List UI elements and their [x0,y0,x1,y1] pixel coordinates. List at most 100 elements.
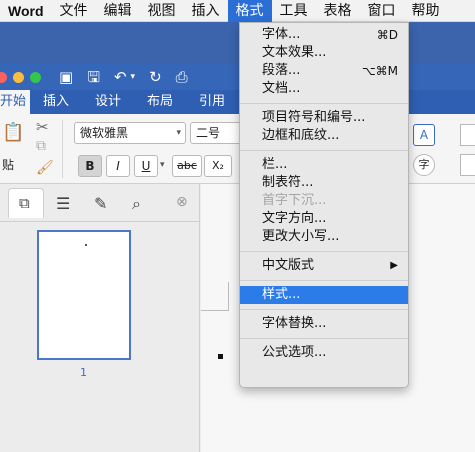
menu-item-label: 字体替换... [262,316,327,331]
minimize-window-button[interactable] [13,71,24,83]
search-icon[interactable]: ⌕ [132,194,141,214]
bullets-button[interactable] [460,124,475,146]
text-box-button[interactable]: A [413,124,435,146]
underline-dropdown-icon[interactable]: ▾ [160,160,165,170]
menu-help[interactable]: 帮助 [404,0,448,22]
menu-item-label: 文档... [262,81,301,96]
sidebar-toolbar: ⧉ ☰ ✎ ⌕ ⊗ [0,184,200,222]
menu-item-label: 文字方向... [262,211,327,226]
tab-insert[interactable]: 插入 [30,90,82,114]
menu-item-label: 首字下沉... [262,193,327,208]
sidebar-toggle-icon[interactable]: ▣ [59,64,73,90]
paste-label[interactable]: 贴 [2,156,14,173]
menu-separator [240,280,408,281]
margin-corner-mark [228,282,229,310]
paragraph-bullet [218,354,223,359]
menu-item-label: 中文版式 [262,258,315,273]
tab-design[interactable]: 设计 [82,90,134,114]
tab-thumbnails[interactable]: ⧉ [8,188,44,218]
submenu-arrow-icon: ▶ [390,260,398,271]
margin-corner-mark [201,310,229,311]
italic-button[interactable]: I [106,155,130,177]
menu-item-label: 栏... [262,157,288,172]
menu-item-label: 段落... [262,63,301,78]
align-button[interactable] [460,154,475,176]
menu-bar: Word 文件 编辑 视图 插入 格式 工具 表格 窗口 帮助 [0,0,475,22]
page-number: 1 [80,366,87,379]
cut-icon[interactable]: ✂ [36,118,49,136]
menu-separator [240,103,408,104]
undo-dropdown-icon[interactable]: ▾ [131,64,136,90]
menu-item-tabs[interactable]: 制表符... [240,174,408,192]
menu-item-font[interactable]: 字体... ⌘D [240,26,408,44]
menu-item-label: 文本效果... [262,45,327,60]
navigation-sidebar: ⧉ ☰ ✎ ⌕ ⊗ 1 [0,184,200,452]
zoom-window-button[interactable] [30,71,41,83]
menu-file[interactable]: 文件 [52,0,96,22]
divider [62,120,63,178]
menu-item-label: 样式... [262,287,301,302]
menu-item-borders-shading[interactable]: 边框和底纹... [240,127,408,145]
tab-references[interactable]: 引用 [186,90,238,114]
menu-item-drop-cap: 首字下沉... [240,192,408,210]
menu-item-font-substitution[interactable]: 字体替换... [240,315,408,333]
menu-item-asian-layout[interactable]: 中文版式 ▶ [240,257,408,275]
menu-separator [240,338,408,339]
close-sidebar-icon[interactable]: ⊗ [176,194,188,210]
save-icon[interactable]: 🖫 [87,64,100,90]
menu-separator [240,150,408,151]
strikethrough-button[interactable]: abc [172,155,202,177]
menu-item-text-direction[interactable]: 文字方向... [240,210,408,228]
menu-item-label: 项目符号和编号... [262,110,366,125]
menu-format[interactable]: 格式 [227,0,272,22]
copy-icon[interactable]: ⧉ [36,138,46,154]
format-painter-icon[interactable]: 🖌 [36,160,54,176]
menu-app-word[interactable]: Word [0,0,52,22]
phonetic-guide-button[interactable]: 字 [413,154,435,176]
pages-icon: ⧉ [19,194,30,212]
close-window-button[interactable] [0,71,7,83]
menu-item-label: 制表符... [262,175,314,190]
menu-table[interactable]: 表格 [316,0,360,22]
font-size-select[interactable]: 二号 [190,122,242,144]
subscript-button[interactable]: X₂ [204,155,232,177]
bold-button[interactable]: B [78,155,102,177]
font-name-select[interactable]: 微软雅黑 ▾ [74,122,186,144]
tab-home[interactable]: 开始 [0,90,30,114]
thumbnail-cursor-mark [85,244,87,246]
shortcut-label: ⌘D [376,28,398,42]
menu-separator [240,251,408,252]
menu-item-label: 更改大小写... [262,229,340,244]
print-icon[interactable]: ⎙ [176,64,188,90]
underline-button[interactable]: U [134,155,158,177]
undo-icon[interactable]: ↶ [114,64,127,90]
menu-tools[interactable]: 工具 [272,0,316,22]
outline-icon[interactable]: ☰ [56,194,70,213]
tab-layout[interactable]: 布局 [134,90,186,114]
edit-notes-icon[interactable]: ✎ [94,194,107,213]
menu-insert[interactable]: 插入 [184,0,228,22]
menu-item-text-effects[interactable]: 文本效果... [240,44,408,62]
format-menu: 字体... ⌘D 文本效果... 段落... ⌥⌘M 文档... 项目符号和编号..… [239,22,409,388]
menu-item-label: 字体... [262,27,301,42]
paste-icon[interactable]: 📋 [2,122,24,143]
menu-item-document[interactable]: 文档... [240,80,408,98]
menu-item-equation-options[interactable]: 公式选项... [240,344,408,362]
shortcut-label: ⌥⌘M [361,64,398,78]
menu-item-label: 公式选项... [262,345,327,360]
font-name-value: 微软雅黑 [80,126,129,140]
menu-view[interactable]: 视图 [140,0,184,22]
redo-icon[interactable]: ↻ [149,64,162,90]
menu-item-bullets-numbering[interactable]: 项目符号和编号... [240,109,408,127]
menu-item-style[interactable]: 样式... [240,286,408,304]
menu-window[interactable]: 窗口 [360,0,404,22]
menu-item-label: 边框和底纹... [262,128,340,143]
menu-item-change-case[interactable]: 更改大小写... [240,228,408,246]
page-thumbnail[interactable] [37,230,131,360]
menu-edit[interactable]: 编辑 [96,0,140,22]
font-size-value: 二号 [196,126,221,140]
menu-item-columns[interactable]: 栏... [240,156,408,174]
chevron-down-icon: ▾ [176,128,181,138]
menu-separator [240,309,408,310]
menu-item-paragraph[interactable]: 段落... ⌥⌘M [240,62,408,80]
